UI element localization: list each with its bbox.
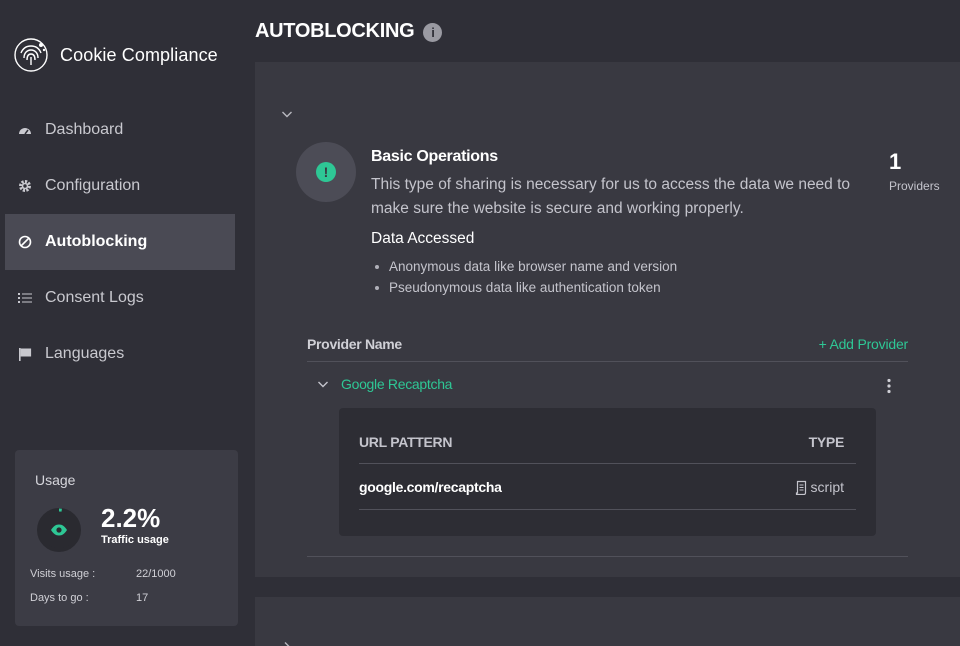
table-row: google.com/recaptcha script [359, 465, 856, 510]
flag-icon [17, 346, 33, 362]
type-text: script [810, 479, 844, 495]
providers-label: Providers [889, 179, 940, 193]
script-icon [795, 480, 806, 495]
category-panel-collapsed [255, 597, 960, 646]
sidebar-item-label: Configuration [45, 177, 141, 194]
chevron-right-icon[interactable] [281, 641, 293, 646]
days-to-go-label: Days to go : [30, 592, 89, 604]
usage-card: Usage 2.2% Traffic usage Visits usage : 2… [15, 450, 238, 626]
gear-icon [17, 178, 33, 194]
provider-row[interactable]: Google Recaptcha [307, 374, 908, 398]
sidebar-item-languages[interactable]: Languages [5, 326, 235, 382]
visits-usage-value: 22/1000 [136, 568, 176, 580]
sidebar-item-label: Consent Logs [45, 289, 144, 306]
usage-percent: 2.2% [101, 503, 161, 533]
divider [307, 556, 908, 557]
visits-usage-row: Visits usage : 22/1000 [30, 568, 176, 580]
visits-usage-label: Visits usage : [30, 568, 96, 580]
category-panel: ! Basic Operations This type of sharing … [255, 62, 960, 577]
url-pattern-value: google.com/recaptcha [359, 479, 502, 495]
provider-name[interactable]: Google Recaptcha [341, 376, 452, 392]
sidebar-item-label: Languages [45, 345, 125, 362]
type-header: TYPE [808, 434, 845, 450]
brand-name: Cookie Compliance [60, 44, 218, 65]
sidebar-item-autoblocking[interactable]: Autoblocking [5, 214, 235, 270]
url-table-header: URL PATTERN TYPE [359, 428, 856, 464]
category-badge: ! [296, 142, 356, 202]
providers-count: 1 [889, 149, 902, 174]
sidebar-item-label: Autoblocking [45, 233, 148, 250]
chevron-down-icon[interactable] [317, 378, 329, 390]
page-title: AUTOBLOCKING i [255, 20, 443, 43]
sidebar: Cookie Compliance Dashboard Configuratio… [0, 0, 240, 646]
days-to-go-row: Days to go : 17 [30, 592, 148, 604]
block-icon [17, 234, 33, 250]
provider-name-header: Provider Name [307, 336, 402, 352]
list-item: Pseudonymous data like authentication to… [371, 277, 677, 298]
type-value: script [795, 479, 844, 495]
data-accessed-title: Data Accessed [371, 230, 475, 247]
days-to-go-value: 17 [136, 592, 149, 604]
info-icon[interactable]: i [423, 23, 443, 42]
fingerprint-icon [14, 38, 48, 72]
usage-title: Usage [35, 472, 76, 488]
provider-table-header: Provider Name + Add Provider [307, 334, 908, 362]
chevron-down-icon[interactable] [281, 108, 293, 120]
sidebar-item-configuration[interactable]: Configuration [5, 158, 235, 214]
data-accessed-list: Anonymous data like browser name and ver… [371, 256, 677, 298]
list-item: Anonymous data like browser name and ver… [371, 256, 677, 277]
list-icon [17, 290, 33, 306]
sidebar-nav: Dashboard Configuration Autoblocking Con… [5, 102, 235, 382]
sidebar-item-label: Dashboard [45, 121, 124, 138]
usage-ring [37, 508, 81, 552]
category-description: This type of sharing is necessary for us… [371, 176, 851, 217]
more-vertical-icon[interactable] [886, 378, 892, 394]
alert-icon: ! [316, 162, 336, 182]
url-pattern-header: URL PATTERN [359, 434, 453, 450]
sidebar-item-dashboard[interactable]: Dashboard [5, 102, 235, 158]
sidebar-item-consent-logs[interactable]: Consent Logs [5, 270, 235, 326]
page-title-text: AUTOBLOCKING [255, 20, 415, 42]
url-pattern-card: URL PATTERN TYPE google.com/recaptcha sc… [339, 408, 876, 536]
add-provider-button[interactable]: + Add Provider [819, 336, 909, 352]
gauge-icon [17, 122, 33, 138]
brand[interactable]: Cookie Compliance [14, 38, 218, 72]
category-title: Basic Operations [371, 148, 498, 165]
usage-percent-label: Traffic usage [101, 534, 169, 546]
